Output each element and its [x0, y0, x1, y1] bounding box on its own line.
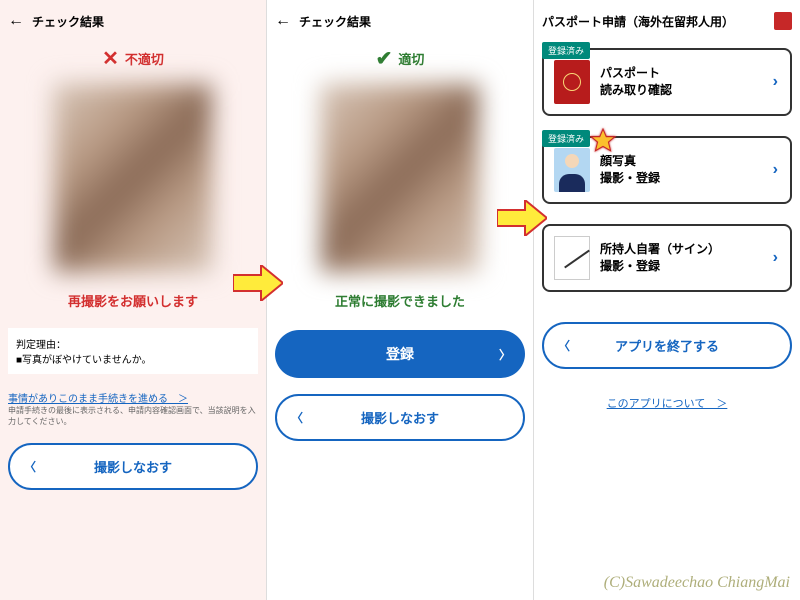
- x-icon: ✕: [102, 46, 119, 71]
- watermark: (C)Sawadeechao ChiangMai: [604, 574, 790, 592]
- rejection-message: 再撮影をお願いします: [8, 291, 258, 310]
- status-row: ✕ 不適切: [8, 46, 258, 71]
- face-photo-icon: [554, 148, 590, 192]
- back-arrow-icon[interactable]: ←: [8, 12, 24, 30]
- menu-item-passport-scan[interactable]: 登録済み パスポート 読み取り確認 ›: [542, 48, 792, 116]
- menu-text: 所持人自署（サイン） 撮影・登録: [600, 241, 720, 275]
- check-result-rejected-screen: ← チェック結果 ✕ 不適切 再撮影をお願いします 判定理由： ■写真がぼやけて…: [0, 0, 266, 600]
- menu-text: パスポート 読み取り確認: [600, 65, 672, 99]
- status-label: 不適切: [125, 49, 164, 68]
- header-title: チェック結果: [299, 13, 371, 30]
- chevron-left-icon: 〈: [24, 458, 36, 475]
- back-arrow-icon[interactable]: ←: [275, 12, 291, 30]
- header: ← チェック結果: [8, 8, 258, 38]
- registered-badge: 登録済み: [542, 130, 590, 147]
- chevron-left-icon: 〈: [558, 337, 570, 354]
- chevron-right-icon: ›: [773, 161, 778, 179]
- success-message: 正常に撮影できました: [275, 291, 525, 310]
- about-app-link[interactable]: このアプリについて ＞: [542, 395, 792, 411]
- star-highlight-icon: [590, 128, 616, 161]
- exit-app-label: アプリを終了する: [615, 336, 719, 355]
- exit-app-button[interactable]: 〈 アプリを終了する: [542, 322, 792, 369]
- photo-preview: [320, 83, 480, 273]
- menu-item-signature[interactable]: 所持人自署（サイン） 撮影・登録 ›: [542, 224, 792, 292]
- chevron-left-icon: 〈: [291, 409, 303, 426]
- check-result-accepted-screen: ← チェック結果 ✔ 適切 正常に撮影できました 登録 〉 〈 撮影しなおす: [266, 0, 533, 600]
- seal-icon: [774, 12, 792, 30]
- menu-item-face-photo[interactable]: 登録済み 顔写真 撮影・登録 ›: [542, 136, 792, 204]
- header-title: パスポート申請（海外在留邦人用）: [542, 13, 734, 30]
- proceed-anyway-link[interactable]: 事情がありこのまま手続きを進める ＞: [8, 390, 258, 405]
- status-row: ✔ 適切: [275, 46, 525, 71]
- chevron-right-icon: ›: [773, 73, 778, 91]
- retake-button[interactable]: 〈 撮影しなおす: [275, 394, 525, 441]
- header: パスポート申請（海外在留邦人用）: [542, 8, 792, 38]
- retake-button-label: 撮影しなおす: [361, 408, 439, 427]
- header-title: チェック結果: [32, 13, 104, 30]
- reason-body: ■写真がぼやけていませんか。: [16, 351, 250, 366]
- status-label: 適切: [398, 49, 424, 68]
- photo-preview: [53, 83, 213, 273]
- chevron-right-icon: ›: [773, 249, 778, 267]
- register-button[interactable]: 登録 〉: [275, 330, 525, 378]
- reason-title: 判定理由：: [16, 336, 250, 351]
- passport-application-menu-screen: パスポート申請（海外在留邦人用） 登録済み パスポート 読み取り確認 › 登録済…: [533, 0, 800, 600]
- registered-badge: 登録済み: [542, 42, 590, 59]
- register-button-label: 登録: [386, 344, 414, 364]
- retake-button[interactable]: 〈 撮影しなおす: [8, 443, 258, 490]
- check-icon: ✔: [376, 46, 393, 71]
- passport-icon: [554, 60, 590, 104]
- chevron-right-icon: 〉: [499, 346, 511, 363]
- reason-box: 判定理由： ■写真がぼやけていませんか。: [8, 328, 258, 374]
- retake-button-label: 撮影しなおす: [94, 457, 172, 476]
- proceed-note: 申請手続きの最後に表示される、申請内容確認画面で、当該説明を入力してください。: [8, 405, 258, 427]
- signature-icon: [554, 236, 590, 280]
- header: ← チェック結果: [275, 8, 525, 38]
